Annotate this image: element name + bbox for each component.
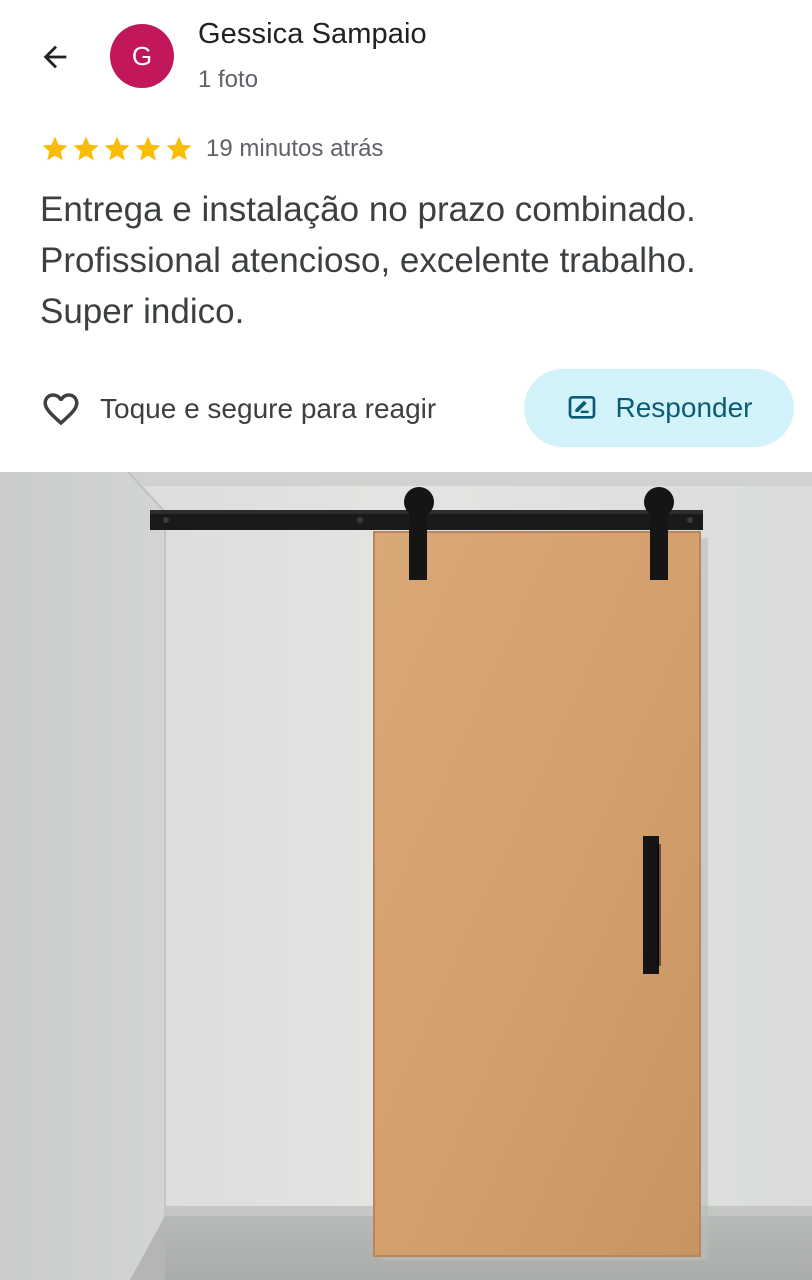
arrow-left-icon bbox=[43, 45, 67, 69]
reply-button[interactable]: Responder bbox=[524, 369, 794, 447]
star-icon bbox=[42, 136, 68, 161]
photo-count: 1 foto bbox=[198, 66, 259, 93]
review-time: 19 minutos atrás bbox=[206, 135, 384, 162]
review-text: Entrega e instalação no prazo combinado.… bbox=[40, 190, 696, 331]
back-button[interactable] bbox=[34, 36, 76, 78]
reply-edit-icon bbox=[568, 396, 595, 419]
sliding-barn-door-photo bbox=[0, 472, 812, 1280]
star-icon bbox=[166, 136, 192, 161]
review-photo[interactable] bbox=[0, 472, 812, 1280]
star-rating bbox=[40, 134, 194, 164]
author-name[interactable]: Gessica Sampaio bbox=[198, 18, 427, 51]
rating-row: 19 minutos atrás bbox=[40, 132, 383, 166]
star-icon bbox=[135, 136, 161, 161]
star-icon bbox=[104, 136, 130, 161]
heart-outline-icon bbox=[43, 393, 79, 426]
star-icon bbox=[73, 136, 99, 161]
review-detail-screen: G Gessica Sampaio 1 foto 19 minutos atrá… bbox=[0, 0, 812, 1280]
react-label: Toque e segure para reagir bbox=[100, 393, 437, 424]
review-card: G Gessica Sampaio 1 foto 19 minutos atrá… bbox=[0, 0, 812, 472]
reply-label: Responder bbox=[615, 392, 753, 423]
react-button[interactable]: Toque e segure para reagir bbox=[40, 386, 436, 432]
avatar[interactable]: G bbox=[110, 24, 174, 88]
avatar-initial: G bbox=[131, 40, 153, 71]
